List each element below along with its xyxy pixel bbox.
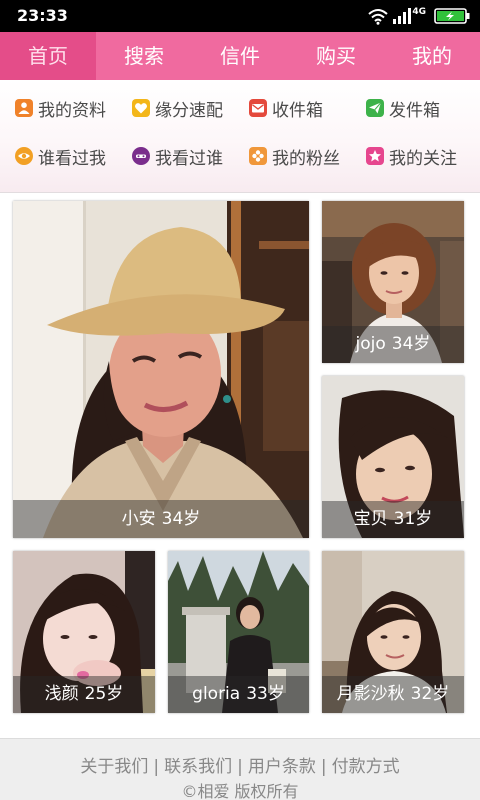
profile-card[interactable]: 宝贝 31岁 <box>322 376 464 538</box>
profile-card[interactable]: 月影沙秋 32岁 <box>322 551 464 713</box>
profile-name: 月影沙秋 <box>336 684 405 704</box>
quick-link-following[interactable]: 我的关注 <box>366 142 480 170</box>
quick-link-my-profile[interactable]: 我的资料 <box>15 94 132 122</box>
following-icon <box>366 147 384 165</box>
profile-name: 小安 <box>121 509 156 529</box>
profile-photo <box>13 201 309 538</box>
profile-icon <box>15 99 33 117</box>
profile-card[interactable]: 浅颜 25岁 <box>13 551 155 713</box>
profile-caption: 宝贝 31岁 <box>322 501 464 538</box>
quick-link-label: 缘分速配 <box>155 100 223 121</box>
quick-link-i-viewed[interactable]: 我看过谁 <box>132 142 249 170</box>
battery-charging-icon <box>434 8 470 24</box>
clock: 23:33 <box>17 6 68 25</box>
status-icons: 4G <box>367 5 470 27</box>
profile-name: jojo <box>355 334 386 354</box>
profile-card[interactable]: jojo 34岁 <box>322 201 464 363</box>
profile-card[interactable]: gloria 33岁 <box>168 551 309 713</box>
outbox-icon <box>366 99 384 117</box>
profile-age: 33岁 <box>246 684 285 704</box>
quick-link-label: 谁看过我 <box>38 148 106 169</box>
profile-caption: 月影沙秋 32岁 <box>322 676 464 713</box>
wifi-icon <box>367 7 389 25</box>
profile-caption: 小安 34岁 <box>13 500 309 538</box>
signal-icon <box>393 8 412 24</box>
tab-home[interactable]: 首页 <box>0 32 96 80</box>
quick-links: 我的资料 缘分速配 收件箱 发件箱 谁看过我 我看过谁 我的粉丝 我的关注 <box>0 80 480 193</box>
match-icon <box>132 99 150 117</box>
profile-name: 浅颜 <box>44 684 79 704</box>
footer-link-contact-us[interactable]: 联系我们 <box>164 757 232 777</box>
profile-card[interactable]: 小安 34岁 <box>13 201 309 538</box>
footer-separator: | <box>153 757 160 777</box>
quick-link-label: 我的粉丝 <box>272 148 340 169</box>
footer-separator: | <box>237 757 243 777</box>
footer: 关于我们 | 联系我们 | 用户条款 | 付款方式 ©相爱 版权所有 <box>0 738 480 800</box>
profile-age: 32岁 <box>410 684 450 704</box>
footer-link-about-us[interactable]: 关于我们 <box>80 757 148 777</box>
quick-link-match[interactable]: 缘分速配 <box>132 94 249 122</box>
fans-icon <box>249 147 267 165</box>
tab-me[interactable]: 我的 <box>384 32 480 80</box>
inbox-icon <box>249 99 267 117</box>
quick-link-my-fans[interactable]: 我的粉丝 <box>249 142 366 170</box>
footer-link-payment-methods[interactable]: 付款方式 <box>332 757 400 777</box>
footer-link-user-terms[interactable]: 用户条款 <box>248 757 316 777</box>
visited-icon <box>132 147 150 165</box>
quick-link-label: 收件箱 <box>272 100 323 121</box>
profile-caption: 浅颜 25岁 <box>13 676 155 713</box>
quick-link-label: 发件箱 <box>389 100 440 121</box>
quick-link-who-viewed-me[interactable]: 谁看过我 <box>15 142 132 170</box>
profile-age: 34岁 <box>161 509 201 529</box>
quick-link-label: 我看过谁 <box>155 148 223 169</box>
profile-name: 宝贝 <box>353 509 388 529</box>
network-type-label: 4G <box>412 7 426 17</box>
profile-age: 31岁 <box>393 509 433 529</box>
quick-link-label: 我的资料 <box>38 100 106 121</box>
main-nav: 首页 搜索 信件 购买 我的 <box>0 32 480 80</box>
copyright-text: ©相爱 版权所有 <box>181 782 299 800</box>
footer-links: 关于我们 | 联系我们 | 用户条款 | 付款方式 <box>0 756 480 778</box>
profile-name: gloria <box>192 684 241 704</box>
tab-purchase[interactable]: 购买 <box>288 32 384 80</box>
profile-age: 25岁 <box>84 684 124 704</box>
footer-separator: | <box>320 757 327 777</box>
profile-caption: gloria 33岁 <box>168 676 309 713</box>
quick-link-inbox[interactable]: 收件箱 <box>249 94 366 122</box>
profile-age: 34岁 <box>391 334 431 354</box>
tab-search[interactable]: 搜索 <box>96 32 192 80</box>
visitors-icon <box>15 147 33 165</box>
quick-link-outbox[interactable]: 发件箱 <box>366 94 480 122</box>
status-bar: 23:33 4G <box>0 0 480 32</box>
quick-link-label: 我的关注 <box>389 148 457 169</box>
profile-caption: jojo 34岁 <box>322 326 464 363</box>
tab-messages[interactable]: 信件 <box>192 32 288 80</box>
